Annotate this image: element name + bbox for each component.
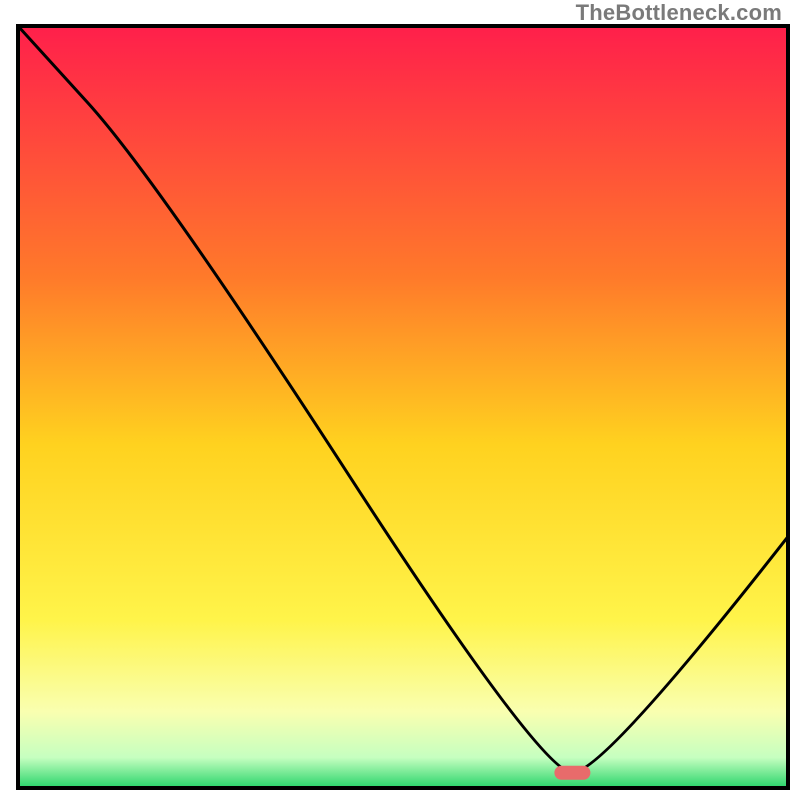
- plot-background: [18, 26, 788, 788]
- bottleneck-chart: TheBottleneck.com: [0, 0, 800, 800]
- watermark-text: TheBottleneck.com: [576, 0, 782, 26]
- chart-svg: [0, 0, 800, 800]
- optimum-marker: [554, 766, 590, 780]
